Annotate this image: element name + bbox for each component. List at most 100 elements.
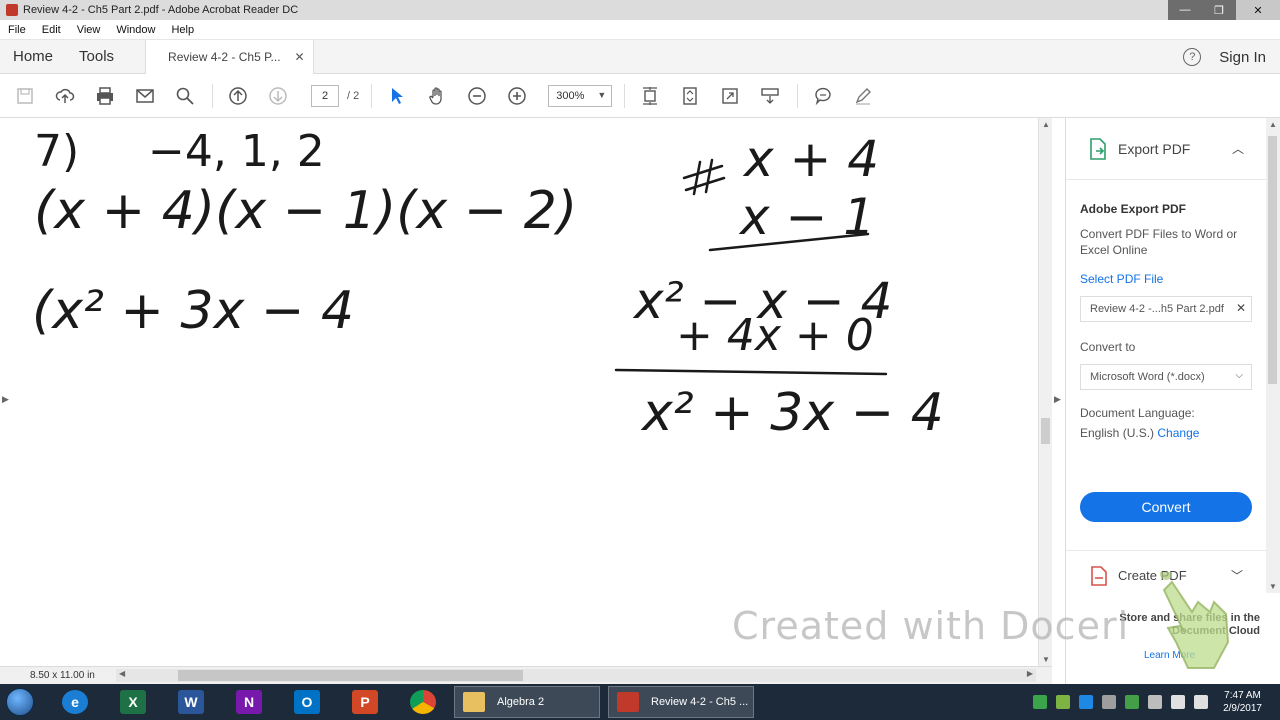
- tab-document[interactable]: Review 4-2 - Ch5 P... ✕: [145, 39, 314, 74]
- zoom-out-icon[interactable]: [462, 81, 492, 111]
- factored-form: (x + 4)(x − 1)(x − 2): [34, 181, 577, 241]
- toolbar-separator: [624, 83, 626, 108]
- scroll-left-icon[interactable]: ◀: [119, 669, 125, 678]
- comment-icon[interactable]: [808, 81, 838, 111]
- maximize-button[interactable]: ❐: [1202, 0, 1236, 20]
- convert-to-value: Microsoft Word (*.docx): [1090, 371, 1205, 383]
- cloud-upload-icon[interactable]: [50, 81, 80, 111]
- tray-network-icon[interactable]: [1056, 695, 1071, 709]
- tab-tools[interactable]: Tools: [66, 48, 127, 65]
- word-icon[interactable]: W: [168, 686, 214, 718]
- previous-page-icon[interactable]: [223, 81, 253, 111]
- left-panel-arrow-icon[interactable]: ▶: [2, 394, 9, 405]
- document-page[interactable]: 7) −4, 1, 2 (x + 4)(x − 1)(x − 2) (x² + …: [0, 118, 1052, 666]
- collapse-panel-arrow-icon[interactable]: ▶: [1054, 394, 1061, 405]
- save-icon[interactable]: [10, 81, 40, 111]
- toolbar-separator: [797, 83, 799, 108]
- menu-window[interactable]: Window: [108, 24, 163, 36]
- sign-in-link[interactable]: Sign In: [1219, 49, 1266, 66]
- powerpoint-icon[interactable]: P: [342, 686, 388, 718]
- partial-product: (x² + 3x − 4: [32, 281, 354, 341]
- clock-time: 7:47 AM: [1224, 690, 1261, 701]
- title-bar: Review 4-2 - Ch5 Part 2.pdf - Adobe Acro…: [0, 0, 1280, 20]
- fit-page-icon[interactable]: [675, 81, 705, 111]
- hand-tool-icon[interactable]: [422, 81, 452, 111]
- select-pdf-file-link[interactable]: Select PDF File: [1080, 272, 1252, 286]
- export-pdf-icon: [1090, 137, 1106, 160]
- print-icon[interactable]: [90, 81, 120, 111]
- tray-flag-icon[interactable]: [1102, 695, 1117, 709]
- start-button[interactable]: [0, 684, 40, 720]
- taskbar-acrobat-label: Review 4-2 - Ch5 ...: [651, 696, 749, 708]
- chevron-up-icon[interactable]: ︿: [1232, 140, 1244, 157]
- tools-pane-scroll-thumb[interactable]: [1268, 136, 1277, 384]
- menu-file[interactable]: File: [0, 24, 34, 36]
- export-pdf-header[interactable]: Export PDF ︿: [1066, 118, 1266, 180]
- export-description: Convert PDF Files to Word or Excel Onlin…: [1080, 227, 1238, 257]
- taskbar-folder-algebra[interactable]: Algebra 2: [454, 686, 600, 718]
- scroll-up-icon[interactable]: ▲: [1042, 120, 1050, 129]
- help-icon[interactable]: ?: [1183, 48, 1202, 66]
- scroll-down-icon[interactable]: ▼: [1269, 582, 1277, 591]
- full-screen-icon[interactable]: [715, 81, 745, 111]
- sum-line: [614, 368, 888, 376]
- menu-view[interactable]: View: [69, 24, 109, 36]
- page-total: / 2: [347, 89, 360, 102]
- scroll-down-icon[interactable]: ▼: [1042, 655, 1050, 664]
- zoom-in-icon[interactable]: [502, 81, 532, 111]
- tray-signal-icon[interactable]: [1171, 695, 1186, 709]
- document-language-value: English (U.S.): [1080, 426, 1155, 440]
- windows-taskbar: e X W N O P Algebra 2 Review 4-2 - Ch5 .…: [0, 684, 1280, 720]
- select-cursor-icon[interactable]: [382, 81, 412, 111]
- system-clock[interactable]: 7:47 AM 2/9/2017: [1223, 689, 1262, 715]
- zoom-select[interactable]: 300% ▼: [548, 84, 613, 107]
- internet-explorer-icon[interactable]: e: [52, 686, 98, 718]
- close-tab-icon[interactable]: ✕: [295, 50, 305, 64]
- horizontal-scrollbar[interactable]: ◀ ▶: [116, 669, 1036, 682]
- next-page-icon[interactable]: [263, 81, 293, 111]
- create-pdf-icon: [1091, 565, 1107, 586]
- convert-to-label: Convert to: [1080, 340, 1136, 354]
- page-number-input[interactable]: 2: [311, 84, 339, 107]
- doceri-watermark: Created with Doceri: [732, 604, 1130, 648]
- search-icon[interactable]: [170, 81, 200, 111]
- menu-edit[interactable]: Edit: [34, 24, 69, 36]
- minimize-button[interactable]: —: [1168, 0, 1202, 20]
- tray-battery-icon[interactable]: [1148, 695, 1163, 709]
- tab-bar: Home Tools Review 4-2 - Ch5 P... ✕ ? Sig…: [0, 39, 1280, 74]
- horizontal-scroll-thumb[interactable]: [178, 670, 523, 681]
- handwritten-notes: 7) −4, 1, 2 (x + 4)(x − 1)(x − 2) (x² + …: [32, 126, 944, 443]
- tray-security-icon[interactable]: [1125, 695, 1140, 709]
- scroll-up-icon[interactable]: ▲: [1269, 120, 1277, 129]
- document-language-row: English (U.S.) Change: [1080, 426, 1252, 440]
- scroll-thumb[interactable]: [1041, 418, 1050, 444]
- read-mode-icon[interactable]: [755, 81, 785, 111]
- export-heading: Adobe Export PDF: [1080, 202, 1187, 216]
- chrome-icon[interactable]: [400, 686, 446, 718]
- tray-bluetooth-icon[interactable]: [1079, 695, 1094, 709]
- document-vertical-scrollbar[interactable]: ▲ ▼: [1038, 118, 1052, 666]
- pointer-hand-icon: [1160, 572, 1230, 669]
- tray-volume-icon[interactable]: [1194, 695, 1209, 709]
- excel-icon[interactable]: X: [110, 686, 156, 718]
- email-icon[interactable]: [130, 81, 160, 111]
- export-pdf-title: Export PDF: [1118, 140, 1191, 157]
- menu-help[interactable]: Help: [163, 24, 202, 36]
- convert-button[interactable]: Convert: [1080, 492, 1252, 522]
- window-title: Review 4-2 - Ch5 Part 2.pdf - Adobe Acro…: [23, 4, 299, 16]
- clear-file-icon[interactable]: ✕: [1236, 301, 1246, 315]
- tools-pane-scrollbar[interactable]: ▲ ▼: [1266, 118, 1280, 593]
- convert-to-select[interactable]: Microsoft Word (*.docx) ⌵: [1080, 364, 1252, 390]
- outlook-icon[interactable]: O: [284, 686, 330, 718]
- pen-icon[interactable]: [848, 81, 878, 111]
- tab-home[interactable]: Home: [0, 48, 66, 65]
- onenote-icon[interactable]: N: [226, 686, 272, 718]
- close-window-button[interactable]: ✕: [1236, 0, 1280, 20]
- scroll-mode-icon[interactable]: [635, 81, 665, 111]
- tray-app-icon[interactable]: [1033, 695, 1048, 709]
- taskbar-acrobat[interactable]: Review 4-2 - Ch5 ...: [608, 686, 754, 718]
- selected-file-field[interactable]: Review 4-2 -...h5 Part 2.pdf ✕: [1080, 296, 1252, 322]
- change-language-link[interactable]: Change: [1157, 426, 1199, 440]
- system-tray: 7:47 AM 2/9/2017: [1033, 684, 1280, 720]
- scroll-right-icon[interactable]: ▶: [1027, 669, 1033, 678]
